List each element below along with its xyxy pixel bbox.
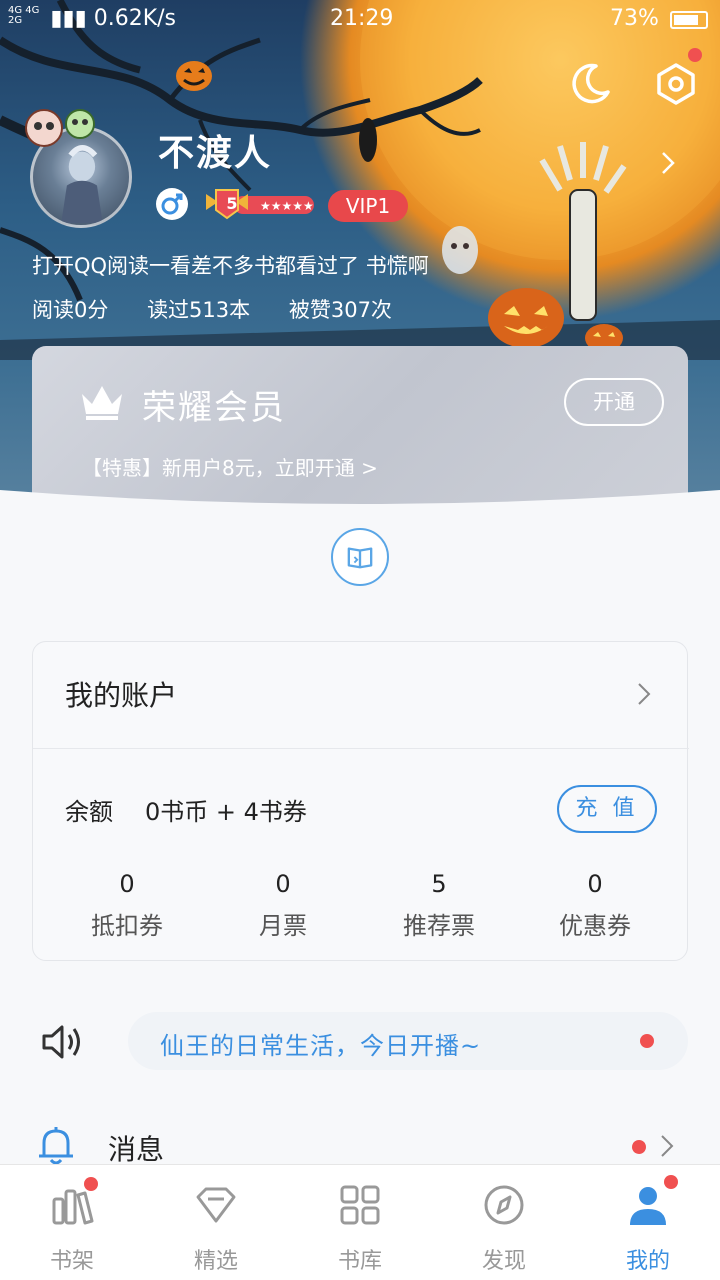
male-gender-icon (156, 188, 188, 220)
stat-books-read: 读过513本 (147, 298, 251, 322)
bookshelf-notification-dot (84, 1177, 98, 1191)
bell-icon (39, 1127, 73, 1165)
messages-chevron-right-icon[interactable] (660, 1134, 674, 1158)
tab-label: 书架 (49, 1249, 94, 1274)
user-icon (630, 1187, 666, 1225)
level-badge-icon: ★★★★★ (206, 189, 314, 220)
tab-label: 精选 (193, 1249, 238, 1274)
ticket-label: 推荐票 (403, 912, 475, 940)
profile-stats: 阅读0分 读过513本 被赞307次 (32, 294, 424, 324)
username: 不渡人 (158, 133, 273, 174)
tab-label: 书库 (337, 1249, 382, 1274)
compass-icon (484, 1185, 524, 1225)
balance-value: 0书币 + 4书券 (145, 798, 307, 826)
ticket-count: 0 (119, 870, 135, 898)
speaker-icon (42, 1025, 80, 1059)
messages-label[interactable]: 消息 (108, 1128, 164, 1168)
vip-badge[interactable]: VIP1 (328, 190, 408, 222)
account-chevron-right-icon[interactable] (637, 682, 651, 706)
messages-notification-dot (632, 1140, 646, 1154)
ticket-count: 0 (587, 870, 603, 898)
ticket-count: 0 (275, 870, 291, 898)
tab-label: 我的 (625, 1249, 670, 1274)
me-notification-dot (664, 1175, 678, 1189)
signal-icon: ▮▮▮ (50, 6, 87, 31)
grid-icon (340, 1185, 380, 1225)
diamond-icon (196, 1187, 236, 1223)
bottom-tab-bar: 书架 精选 书库 发现 我的 (0, 1164, 720, 1280)
svg-text:★★★★★: ★★★★★ (260, 199, 314, 213)
ticket-label: 优惠券 (559, 912, 631, 940)
profile-signature: 打开QQ阅读一看差不多书都看过了 书慌啊 (32, 254, 429, 278)
ticket-coupon[interactable]: 0 优惠券 (517, 870, 673, 942)
profile-chevron-right-icon[interactable] (660, 150, 676, 176)
ticket-deduction-voucher[interactable]: 0 抵扣券 (49, 870, 205, 942)
divider (33, 748, 689, 749)
broadcast-banner[interactable]: 仙王的日常生活，今日开播~ (128, 1012, 688, 1070)
clock: 21:29 (330, 6, 394, 31)
tab-featured[interactable]: 精选 (144, 1165, 288, 1280)
my-account-card: 我的账户 余额 0书币 + 4书券 充 值 0 抵扣券 0 月票 5 推荐票 0… (32, 641, 689, 961)
tab-library[interactable]: 书库 (288, 1165, 432, 1280)
ticket-list: 0 抵扣券 0 月票 5 推荐票 0 优惠券 (33, 870, 689, 942)
broadcast-text: 仙王的日常生活，今日开播~ (160, 1032, 482, 1060)
ticket-label: 月票 (259, 912, 307, 940)
ticket-recommend-vote[interactable]: 5 推荐票 (361, 870, 517, 942)
tab-label: 发现 (481, 1249, 526, 1274)
account-title[interactable]: 我的账户 (65, 674, 177, 714)
recharge-button[interactable]: 充 值 (557, 785, 657, 833)
status-bar: 4G 4G 2G ▮▮▮ 0.62K/s 21:29 73% (0, 0, 720, 40)
pumpkin-decoration (488, 288, 564, 348)
balance-label: 余额 (65, 798, 113, 826)
membership-title: 荣耀会员 (142, 388, 286, 428)
level-number: 5 (226, 194, 238, 213)
tab-me[interactable]: 我的 (576, 1165, 720, 1280)
night-mode-icon[interactable] (568, 62, 612, 106)
tab-bookshelf[interactable]: 书架 (0, 1165, 144, 1280)
battery-percent: 73% (610, 6, 659, 31)
settings-icon[interactable] (654, 62, 698, 106)
stat-likes: 被赞307次 (288, 298, 392, 322)
reading-book-icon[interactable] (331, 528, 389, 586)
skull-decoration-icon (25, 109, 95, 147)
stat-read-score: 阅读0分 (32, 298, 109, 322)
profile-header: 4G 4G 2G ▮▮▮ 0.62K/s 21:29 73% 不渡人 ★★★★★… (0, 0, 720, 520)
battery-icon (670, 11, 708, 29)
settings-notification-dot (688, 48, 702, 62)
open-membership-button[interactable]: 开通 (564, 378, 664, 426)
crown-icon (82, 386, 122, 420)
membership-promo-link[interactable]: 【特惠】新用户8元，立即开通 > (82, 452, 378, 481)
ticket-monthly-vote[interactable]: 0 月票 (205, 870, 361, 942)
ticket-count: 5 (431, 870, 447, 898)
network-speed: 0.62K/s (93, 6, 177, 31)
ticket-label: 抵扣券 (91, 912, 163, 940)
broadcast-notification-dot (640, 1034, 654, 1048)
network-indicator: 4G 4G 2G ▮▮▮ 0.62K/s (8, 5, 177, 32)
tab-discover[interactable]: 发现 (432, 1165, 576, 1280)
